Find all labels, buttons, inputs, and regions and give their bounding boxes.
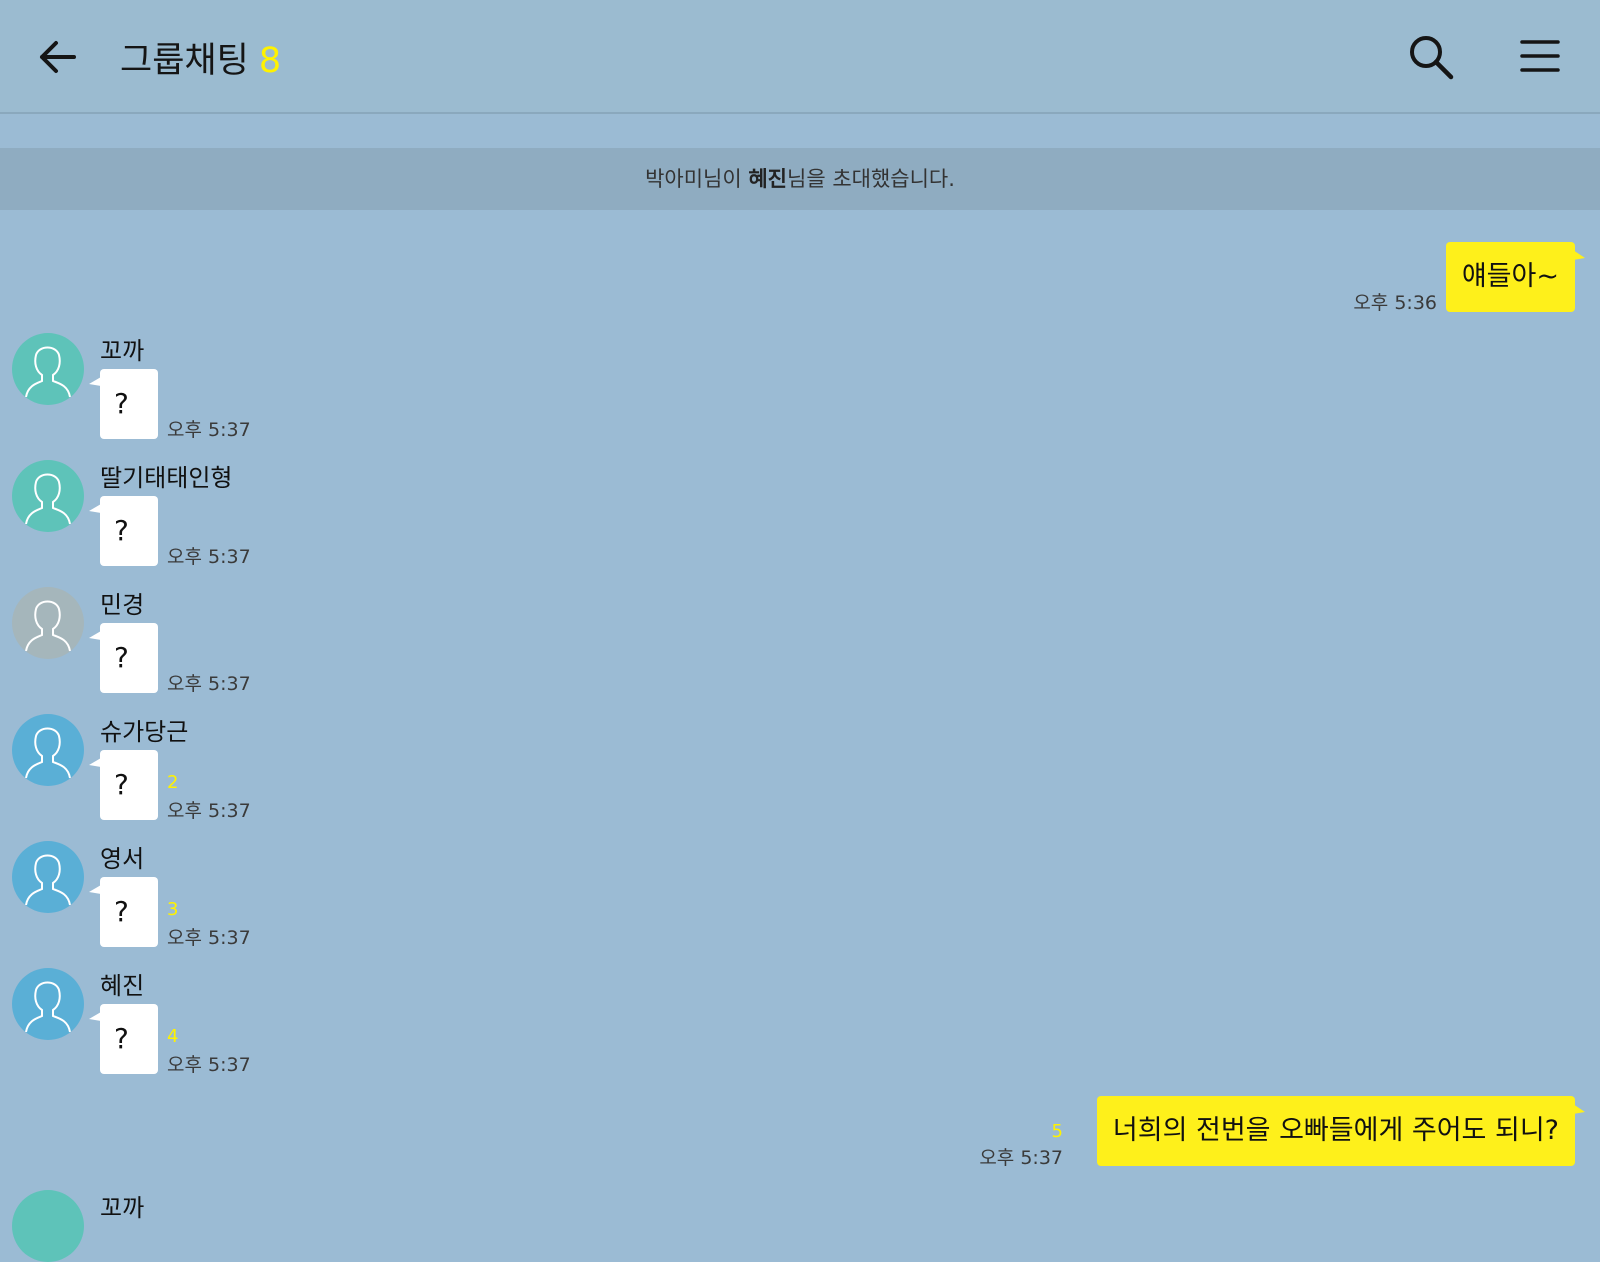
my-message-bubble[interactable]: 얘들아~ (1445, 242, 1586, 312)
message-bubble[interactable]: ? (89, 750, 158, 820)
avatar[interactable] (12, 968, 84, 1040)
sender-name: 꼬까 (100, 1194, 145, 1222)
incoming-message: 딸기태태인형 ? 오후 5:37 (0, 460, 600, 586)
chat-title: 그룹채팅 8 (120, 32, 281, 83)
avatar[interactable] (12, 841, 84, 913)
default-profile-icon (25, 727, 71, 779)
message-time: 오후 5:37 (167, 419, 251, 441)
message-bubble[interactable]: ? (89, 496, 158, 566)
member-count: 8 (258, 41, 282, 81)
default-profile-icon (25, 600, 71, 652)
unread-count: 4 (167, 1026, 179, 1047)
incoming-message: 꼬까 ? 오후 5:37 (0, 333, 600, 459)
message-time: 오후 5:37 (979, 1147, 1063, 1169)
system-notice-post: 님을 초대했습니다. (787, 167, 955, 191)
incoming-message: 영서 ? 3 오후 5:37 (0, 841, 600, 967)
my-message-bubble[interactable]: 너희의 전번을 오빠들에게 주어도 되니? (1096, 1096, 1586, 1166)
unread-count: 5 (1051, 1121, 1063, 1142)
message-time: 오후 5:36 (1353, 292, 1437, 314)
default-profile-icon (25, 854, 71, 906)
incoming-message: 혜진 ? 4 오후 5:37 (0, 968, 600, 1094)
sender-name: 영서 (100, 845, 145, 873)
sender-name: 민경 (100, 591, 145, 619)
avatar[interactable] (12, 714, 84, 786)
system-notice-pre: 박아미님이 (645, 167, 749, 191)
avatar[interactable] (12, 1190, 84, 1262)
message-time: 오후 5:37 (167, 800, 251, 822)
message-time: 오후 5:37 (167, 546, 251, 568)
incoming-message: 민경 ? 오후 5:37 (0, 587, 600, 713)
sender-name: 딸기태태인형 (100, 464, 233, 492)
incoming-message: 슈가당근 ? 2 오후 5:37 (0, 714, 600, 840)
message-time: 오후 5:37 (167, 927, 251, 949)
system-notice-name: 혜진 (748, 167, 787, 191)
unread-count: 2 (167, 772, 179, 793)
chat-title-text: 그룹채팅 (120, 41, 249, 81)
message-time: 오후 5:37 (167, 1054, 251, 1076)
back-arrow-icon[interactable] (36, 36, 78, 78)
sender-name: 혜진 (100, 972, 145, 1000)
message-bubble[interactable]: ? (89, 877, 158, 947)
avatar[interactable] (12, 333, 84, 405)
default-profile-icon (25, 346, 71, 398)
sender-name: 꼬까 (100, 337, 145, 365)
hamburger-menu-icon[interactable] (1520, 38, 1560, 74)
message-time: 오후 5:37 (167, 673, 251, 695)
avatar[interactable] (12, 460, 84, 532)
default-profile-icon (25, 981, 71, 1033)
default-profile-icon (25, 473, 71, 525)
chat-header: 그룹채팅 8 (0, 0, 1600, 114)
unread-count: 3 (167, 899, 179, 920)
message-bubble[interactable]: ? (89, 623, 158, 693)
sender-name: 슈가당근 (100, 718, 189, 746)
system-notice: 박아미님이 혜진님을 초대했습니다. (0, 148, 1600, 210)
message-bubble[interactable]: ? (89, 369, 158, 439)
search-icon[interactable] (1408, 34, 1454, 80)
avatar[interactable] (12, 587, 84, 659)
message-bubble[interactable]: ? (89, 1004, 158, 1074)
